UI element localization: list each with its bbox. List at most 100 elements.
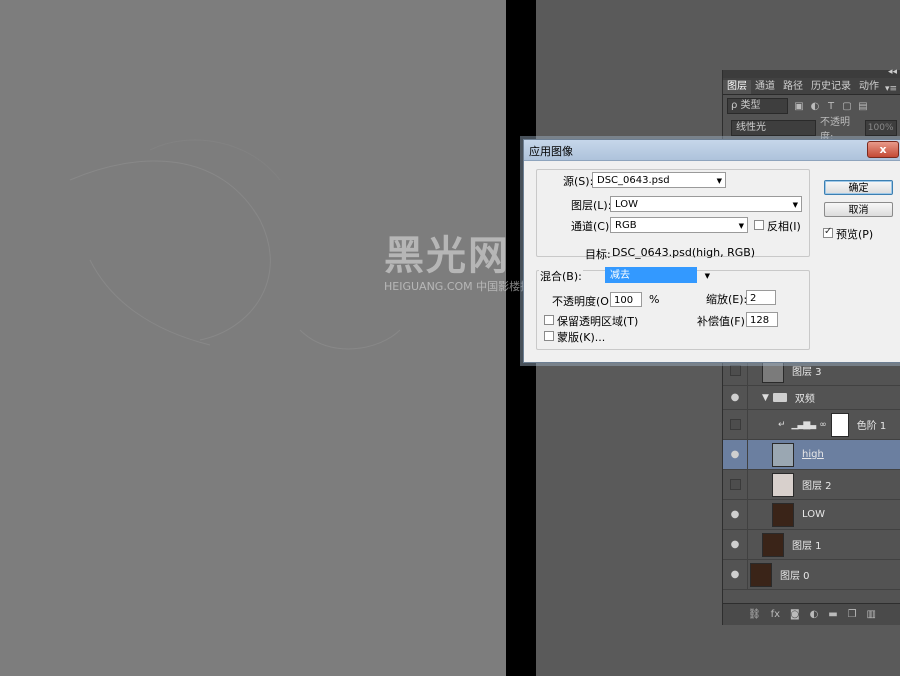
preserve-transparency-label: 保留透明区域(T) <box>557 315 639 328</box>
opacity-input[interactable]: 100% <box>864 120 898 136</box>
source-select[interactable]: DSC_0643.psd ▼ <box>592 172 726 188</box>
layer-row-low[interactable]: ● LOW <box>723 500 900 530</box>
opacity-input[interactable]: 100 <box>610 292 642 307</box>
mask-label: 蒙版(K)... <box>557 331 606 344</box>
panel-footer: ⛓ fx ◙ ◐ ▬ ❐ ▥ <box>723 603 900 625</box>
mask-checkbox[interactable] <box>544 331 554 341</box>
trash-icon[interactable]: ▥ <box>867 609 876 620</box>
blending-value: 减去 <box>610 270 630 281</box>
percent-label: % <box>649 293 660 306</box>
blend-mode-select[interactable]: 线性光 <box>731 120 816 136</box>
layer-row-layer0[interactable]: ● 图层 0 <box>723 560 900 590</box>
layer-name: 双频 <box>794 394 815 405</box>
document-canvas[interactable] <box>0 0 506 676</box>
invert-checkbox[interactable] <box>754 220 764 230</box>
visibility-toggle[interactable] <box>723 470 748 499</box>
fx-icon[interactable]: fx <box>771 609 780 620</box>
chevron-down-icon: ▼ <box>792 201 798 209</box>
tab-layers[interactable]: 图层 <box>723 80 751 94</box>
type-filter-icon[interactable]: T <box>826 101 836 112</box>
visibility-eye-icon[interactable]: ● <box>723 386 748 409</box>
adjustment-filter-icon[interactable]: ◐ <box>810 101 820 112</box>
blending-label: 混合(B): <box>539 268 583 284</box>
opacity-label: 不透明度(O): <box>552 295 617 308</box>
layer-name: high <box>802 449 824 460</box>
layer-row-group-dual-freq[interactable]: ● ▼ 双频 <box>723 386 900 410</box>
blending-select[interactable]: 减去 ▼ <box>605 267 712 285</box>
visibility-eye-icon[interactable]: ● <box>723 530 748 559</box>
layer-row-layer2[interactable]: 图层 2 <box>723 470 900 500</box>
folder-icon[interactable]: ▬ <box>828 609 837 620</box>
tab-paths[interactable]: 路径 <box>779 80 807 94</box>
target-value: DSC_0643.psd(high, RGB) <box>612 246 756 259</box>
invert-label: 反相(I) <box>767 220 801 233</box>
chevron-down-icon: ▼ <box>716 177 722 185</box>
visibility-eye-icon[interactable]: ● <box>723 440 748 469</box>
smart-object-filter-icon[interactable]: ▤ <box>858 101 868 112</box>
preview-checkbox[interactable] <box>823 226 833 238</box>
layer-name: 图层 0 <box>780 571 810 582</box>
pixel-filter-icon[interactable]: ▣ <box>794 101 804 112</box>
cancel-button[interactable]: 取消 <box>824 202 893 217</box>
chevron-down-icon: ▼ <box>704 272 710 280</box>
source-label: 源(S): <box>563 175 594 188</box>
chain-link-icon: ∞ <box>819 419 827 430</box>
blend-row: 线性光 不透明度: 100% <box>723 117 900 143</box>
source-value: DSC_0643.psd <box>597 175 670 186</box>
scale-input[interactable]: 2 <box>746 290 776 305</box>
scale-label: 缩放(E): <box>706 293 748 306</box>
layer-thumbnail <box>772 442 794 467</box>
mask-icon[interactable]: ◙ <box>790 609 800 620</box>
layer-thumbnail <box>772 502 794 527</box>
watermark-logo: 黑光网 <box>384 233 510 279</box>
visibility-toggle[interactable] <box>723 410 748 439</box>
dialog-title: 应用图像 <box>529 145 573 158</box>
filter-kind-select[interactable]: ρ 类型 <box>727 98 788 114</box>
tab-history[interactable]: 历史记录 <box>807 80 855 94</box>
watermark-subtitle: HEIGUANG.COM 中国影楼摄影门户 <box>384 280 565 293</box>
layer-mask-thumbnail[interactable] <box>830 412 849 437</box>
layer-value: LOW <box>615 199 638 210</box>
visibility-eye-icon[interactable]: ● <box>723 560 748 589</box>
layer-name: 色阶 1 <box>856 421 887 432</box>
collapse-icon[interactable]: ◂◂ <box>888 67 897 77</box>
panel-menu-icon[interactable]: ▾≡ <box>885 84 900 94</box>
channel-label: 通道(C): <box>571 220 613 233</box>
preview-label: 预览(P) <box>836 228 874 241</box>
visibility-eye-icon[interactable]: ● <box>723 500 748 529</box>
layer-row-layer1[interactable]: ● 图层 1 <box>723 530 900 560</box>
folder-icon <box>772 393 787 402</box>
layer-thumbnail <box>772 472 794 497</box>
apply-image-dialog: 应用图像 x 源(S): DSC_0643.psd ▼ 图层(L): LOW ▼ 通… <box>523 139 900 363</box>
dialog-titlebar[interactable]: 应用图像 x <box>524 140 900 161</box>
link-icon[interactable]: ⛓ <box>748 609 761 620</box>
layer-label: 图层(L): <box>571 199 612 212</box>
new-layer-icon[interactable]: ❐ <box>848 609 857 620</box>
layer-select[interactable]: LOW ▼ <box>610 196 802 212</box>
tab-channels[interactable]: 通道 <box>751 80 779 94</box>
clip-arrow-icon: ↵ <box>778 419 786 430</box>
tab-actions[interactable]: 动作 <box>855 80 883 94</box>
channel-select[interactable]: RGB ▼ <box>610 217 748 233</box>
layer-thumbnail <box>750 562 772 587</box>
layer-list: ●组 3 图层 3 ● ▼ 双频 ↵ ▁▃▆▃ ∞ 色阶 1 ● high <box>723 343 900 590</box>
channel-value: RGB <box>615 220 637 231</box>
layer-name: LOW <box>802 509 825 520</box>
layer-row-levels[interactable]: ↵ ▁▃▆▃ ∞ 色阶 1 <box>723 410 900 440</box>
layer-row-high[interactable]: ● high <box>723 440 900 470</box>
shape-filter-icon[interactable]: ▢ <box>842 101 852 112</box>
preserve-transparency-checkbox[interactable] <box>544 315 554 325</box>
group-expand-icon[interactable]: ▼ <box>762 393 769 403</box>
layer-thumbnail <box>762 532 784 557</box>
layer-name: 图层 1 <box>792 541 822 552</box>
target-label: 目标: <box>585 248 611 261</box>
levels-histogram-icon: ▁▃▆▃ <box>791 419 817 430</box>
layer-name: 图层 2 <box>802 481 832 492</box>
chevron-down-icon: ▼ <box>738 222 744 230</box>
ok-button[interactable]: 确定 <box>824 180 893 195</box>
close-button[interactable]: x <box>867 141 899 158</box>
offset-label: 补偿值(F): <box>697 315 749 328</box>
filter-row: ρ 类型 ▣ ◐ T ▢ ▤ <box>723 95 900 117</box>
offset-input[interactable]: 128 <box>746 312 778 327</box>
adjustment-icon[interactable]: ◐ <box>810 609 819 620</box>
